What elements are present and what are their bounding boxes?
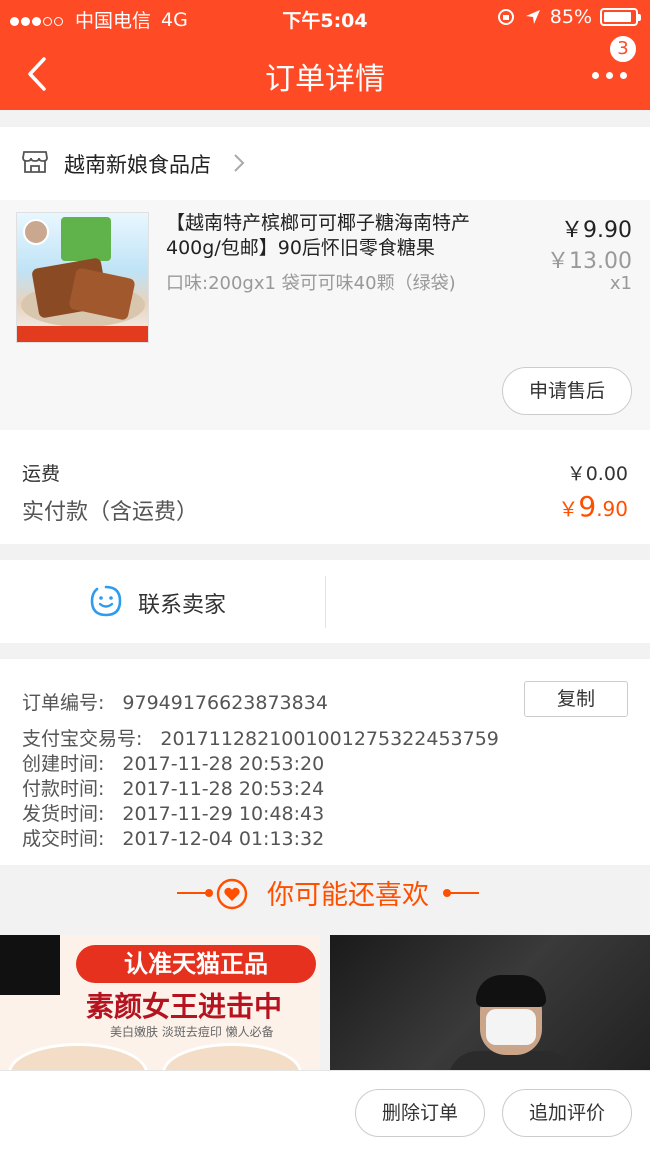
orientation-lock-icon — [497, 9, 514, 25]
product-price: ￥9.90 — [561, 218, 632, 243]
created-time-row: 创建时间: 2017-11-28 20:53:20 — [22, 753, 325, 775]
store-icon — [22, 151, 48, 173]
chat-smile-icon — [90, 585, 122, 617]
completed-time-row: 成交时间: 2017-12-04 01:13:32 — [22, 828, 325, 850]
paid-label: 实付款（含运费） — [22, 500, 199, 525]
order-number-row: 订单编号: 97949176623873834 — [22, 692, 328, 714]
product-original-price: ￥13.00 — [547, 249, 632, 274]
paid-amount: ￥9.90 — [558, 490, 628, 523]
product-title: 【越南特产槟榔可可椰子糖海南特产400g/包邮】90后怀旧零食糖果 — [166, 212, 471, 259]
copy-button[interactable]: 复制 — [524, 681, 628, 717]
delete-order-button[interactable]: 删除订单 — [355, 1089, 485, 1137]
paid-time-row: 付款时间: 2017-11-28 20:53:24 — [22, 778, 325, 800]
contact-section: 联系卖家 — [0, 560, 650, 643]
product-thumbnail[interactable] — [16, 212, 149, 343]
location-icon — [525, 10, 540, 24]
add-review-button[interactable]: 追加评价 — [502, 1089, 632, 1137]
bottom-action-bar: 删除订单 追加评价 — [0, 1070, 650, 1156]
battery-label: 85% — [549, 6, 592, 28]
recommend-title: 你可能还喜欢 — [267, 880, 429, 911]
apply-aftersale-button[interactable]: 申请售后 — [502, 367, 632, 415]
alipay-trade-row: 支付宝交易号: 2017112821001001275322453759 — [22, 728, 499, 750]
more-button[interactable] — [590, 62, 630, 92]
product-spec: 口味:200gx1 袋可可味40颗（绿袋) — [166, 273, 456, 294]
recommend-item-2[interactable] — [330, 935, 650, 1070]
product-quantity: x1 — [609, 273, 632, 294]
recommend-header: 你可能还喜欢 — [0, 865, 650, 935]
contact-seller-button[interactable]: 联系卖家 — [0, 560, 325, 643]
divider — [325, 576, 326, 628]
fee-summary: 运费 ￥0.00 实付款（含运费） ￥9.90 — [0, 430, 650, 544]
recommend-item-1[interactable]: 认准天猫正品 素颜女王进击中 美白嫩肤 淡斑去痘印 懒人必备 — [0, 935, 320, 1070]
shipped-time-row: 发货时间: 2017-11-29 10:48:43 — [22, 803, 325, 825]
shipping-value: ￥0.00 — [566, 463, 628, 485]
more-icon — [592, 72, 599, 79]
store-name: 越南新娘食品店 — [64, 153, 211, 177]
tmall-cat-icon — [0, 935, 60, 995]
nav-bar: 订单详情 3 — [0, 34, 650, 110]
contact-seller-label: 联系卖家 — [138, 593, 227, 618]
store-row[interactable]: 越南新娘食品店 — [0, 127, 650, 200]
order-info: 订单编号: 97949176623873834 支付宝交易号: 2017112821… — [0, 659, 650, 865]
product-item[interactable]: 【越南特产槟榔可可椰子糖海南特产400g/包邮】90后怀旧零食糖果 口味:200… — [0, 200, 650, 430]
page-title: 订单详情 — [265, 62, 385, 97]
top-bar: 中国电信 4G 下午5:04 85% 订单详情 3 — [0, 0, 650, 110]
recommend-item-1-banner: 认准天猫正品 — [76, 945, 316, 983]
shipping-label: 运费 — [22, 463, 61, 485]
status-bar: 中国电信 4G 下午5:04 85% — [0, 0, 650, 36]
notification-badge: 3 — [608, 34, 638, 64]
recommend-item-1-headline: 素颜女王进击中 — [86, 990, 283, 1023]
battery-icon — [600, 8, 641, 26]
recommend-item-1-sub: 美白嫩肤 淡斑去痘印 懒人必备 — [110, 1025, 274, 1039]
chevron-right-icon — [234, 154, 245, 172]
